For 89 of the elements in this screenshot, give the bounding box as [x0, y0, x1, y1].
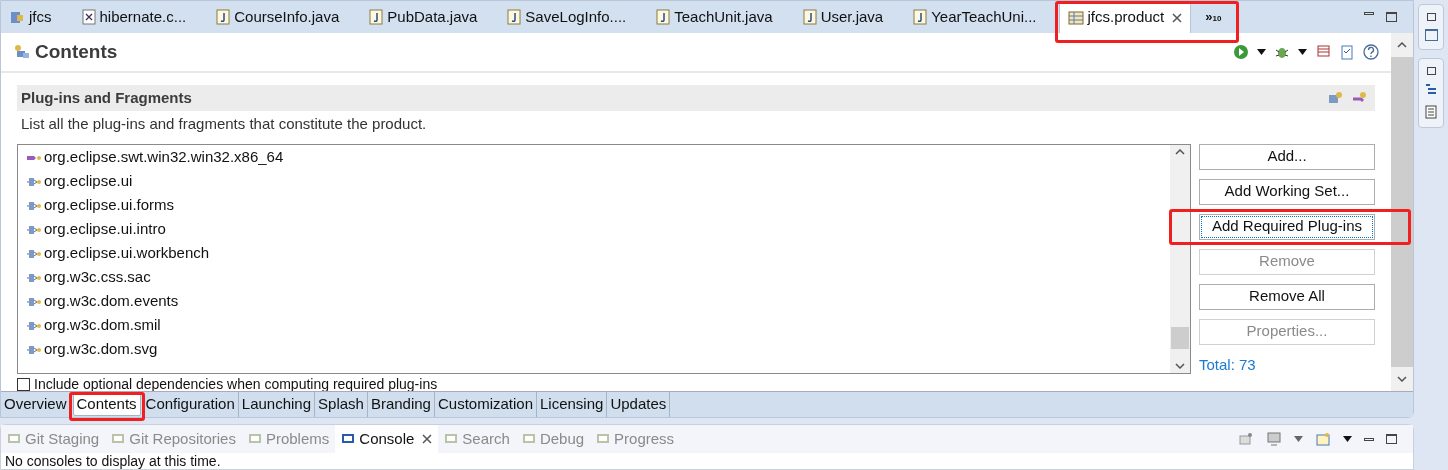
java-file-icon [802, 9, 817, 25]
plugin-icon [26, 247, 42, 260]
maximize-icon[interactable] [1386, 434, 1397, 444]
editor-tab[interactable]: hibernate.c... [73, 1, 195, 33]
page-tab[interactable]: Customization [434, 392, 537, 417]
view-icon [444, 432, 459, 446]
optional-dependencies-checkbox[interactable]: Include optional dependencies when computing required plug-ins [17, 377, 1375, 391]
page-tab[interactable]: Overview [1, 392, 71, 417]
editor-tab[interactable]: YearTeachUni... [905, 1, 1045, 33]
editor-tab[interactable]: SaveLogInfo.... [499, 1, 635, 33]
run-icon[interactable] [1233, 44, 1249, 60]
restore-icon[interactable] [1426, 67, 1436, 75]
view-icon [341, 432, 356, 446]
xml-file-icon [81, 9, 96, 25]
product-file-icon [1067, 9, 1084, 26]
editor-tab[interactable]: PubData.java [361, 1, 486, 33]
action-button[interactable]: Add... [1199, 143, 1375, 170]
view-icon [521, 432, 536, 446]
minimize-icon[interactable] [1364, 437, 1374, 441]
plugin-icon [26, 271, 42, 284]
action-button[interactable]: Add Required Plug-ins [1199, 213, 1375, 240]
checklist-icon[interactable] [1339, 44, 1355, 60]
help-icon[interactable] [1363, 44, 1379, 60]
section-title: Plug-ins and Fragments [21, 87, 192, 108]
java-file-icon [369, 9, 384, 25]
page-tab[interactable]: Splash [315, 392, 368, 417]
page-tab[interactable]: Licensing [537, 392, 608, 417]
view-icon [596, 432, 611, 446]
editor-tab[interactable]: CourseInfo.java [208, 1, 348, 33]
page-tab[interactable]: Branding [367, 392, 435, 417]
plugin-icon [26, 295, 42, 308]
view-tab[interactable]: Console [335, 425, 439, 453]
scroll-up-icon[interactable] [1397, 42, 1407, 48]
dropdown-caret-icon[interactable] [1298, 49, 1307, 55]
page-tab[interactable]: Contents [72, 393, 141, 416]
dropdown-caret-icon[interactable] [1257, 49, 1266, 55]
view-icon [111, 432, 126, 446]
form-title: Contents [35, 39, 118, 64]
plugins-icon [13, 43, 31, 61]
plugin-list-item[interactable]: org.eclipse.ui.intro [26, 217, 1170, 242]
editor-tab[interactable]: jfcs [1, 1, 60, 33]
restore-icon[interactable] [1426, 13, 1436, 21]
project-icon [9, 9, 25, 25]
section-description: List all the plug-ins and fragments that constitute the product. [20, 114, 428, 134]
scroll-down-icon[interactable] [1397, 376, 1407, 382]
editor-tab[interactable]: User.java [794, 1, 892, 33]
minimize-icon[interactable] [1364, 12, 1374, 15]
plugin-icon [26, 175, 42, 188]
plugin-icon [26, 223, 42, 236]
pin-icon[interactable] [1238, 431, 1254, 447]
total-count: Total: 73 [1199, 354, 1257, 375]
view-icon [7, 432, 21, 446]
document-icon[interactable] [1425, 105, 1437, 119]
close-icon[interactable] [422, 434, 433, 444]
view-icon [247, 432, 262, 446]
dropdown-caret-icon[interactable] [1343, 436, 1352, 442]
page-tab[interactable]: Updates [607, 392, 671, 417]
java-file-icon [656, 9, 671, 25]
editor-scrollbar[interactable] [1391, 33, 1413, 391]
tab-overflow-button[interactable]: »10 [1205, 7, 1222, 27]
plugin-list-item[interactable]: org.w3c.css.sac [26, 265, 1170, 290]
plugin-list-item[interactable]: org.eclipse.ui.workbench [26, 241, 1170, 266]
page-tab[interactable]: Configuration [142, 392, 239, 417]
plugin-icon [26, 319, 42, 332]
java-file-icon [216, 9, 231, 25]
table-icon[interactable] [1315, 44, 1331, 60]
outline-icon[interactable] [1424, 83, 1438, 97]
console-message: No consoles to display at this time. [4, 453, 222, 469]
editor-tab[interactable]: TeachUnit.java [648, 1, 781, 33]
maximize-icon[interactable] [1386, 12, 1397, 22]
scrollbar[interactable] [1170, 144, 1190, 373]
window-icon[interactable] [1424, 29, 1438, 41]
plugin-list-item[interactable]: org.w3c.dom.events [26, 289, 1170, 314]
scroll-down-icon[interactable] [1175, 362, 1185, 369]
plugin-list-item[interactable]: org.w3c.dom.svg [26, 337, 1170, 362]
action-button[interactable]: Remove All [1199, 283, 1375, 310]
scroll-up-icon[interactable] [1175, 148, 1185, 155]
page-tab[interactable]: Launching [238, 392, 316, 417]
plugin-icon [26, 343, 42, 356]
plugin-list-item[interactable]: org.eclipse.ui.forms [26, 193, 1170, 218]
close-icon[interactable] [1172, 12, 1183, 23]
plugin-icon [26, 199, 42, 212]
plugin-list-item[interactable]: org.w3c.dom.smil [26, 313, 1170, 338]
java-file-icon [913, 9, 928, 25]
scroll-thumb[interactable] [1171, 326, 1189, 349]
action-button[interactable]: Add Working Set... [1199, 178, 1375, 205]
plugin-list-item[interactable]: org.eclipse.ui [26, 169, 1170, 194]
java-file-icon [507, 9, 522, 25]
plugin-list-item[interactable]: org.eclipse.swt.win32.win32.x86_64 [26, 145, 1170, 170]
